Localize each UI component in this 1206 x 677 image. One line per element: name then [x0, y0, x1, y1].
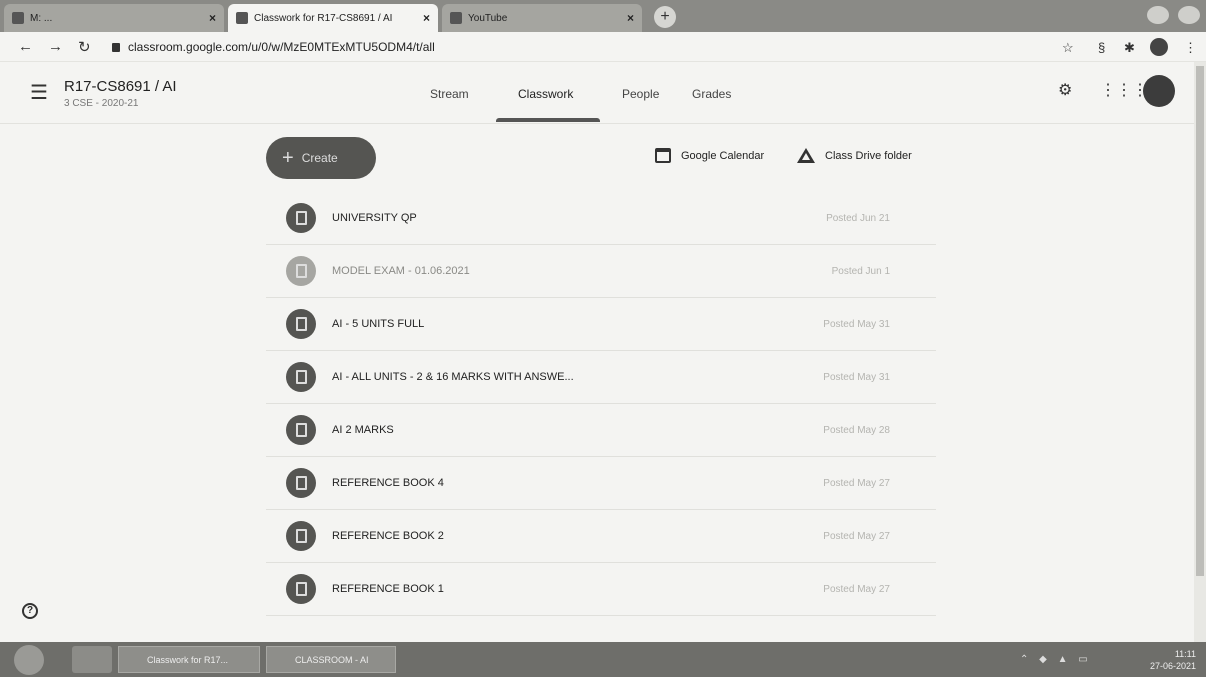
classwork-list: UNIVERSITY QP Posted Jun 21 MODEL EXAM -…	[266, 192, 936, 616]
browser-tab-label: M: ...	[30, 12, 53, 24]
plus-icon: +	[282, 146, 294, 169]
item-posted-date: Posted May 31	[823, 371, 890, 383]
hamburger-menu-icon[interactable]: ☰	[30, 80, 48, 105]
lock-icon	[112, 43, 120, 53]
material-icon	[286, 256, 316, 286]
list-item[interactable]: AI - ALL UNITS - 2 & 16 MARKS WITH ANSWE…	[266, 351, 936, 404]
material-icon	[286, 468, 316, 498]
extension-icon[interactable]: §	[1098, 40, 1105, 55]
create-button-label: Create	[301, 151, 338, 165]
tab-people[interactable]: People	[622, 87, 659, 101]
google-calendar-label: Google Calendar	[681, 149, 765, 162]
item-posted-date: Posted May 31	[823, 318, 890, 330]
item-title: REFERENCE BOOK 4	[332, 477, 444, 489]
list-item[interactable]: UNIVERSITY QP Posted Jun 21	[266, 192, 936, 245]
list-item[interactable]: REFERENCE BOOK 4 Posted May 27	[266, 457, 936, 510]
forward-arrow-icon[interactable]: →	[48, 38, 63, 55]
class-drive-folder-label: Class Drive folder	[825, 149, 912, 162]
apps-grid-icon[interactable]: ⋮⋮⋮	[1100, 80, 1148, 100]
puzzle-icon[interactable]: ✱	[1124, 40, 1135, 56]
star-icon[interactable]: ☆	[1062, 40, 1074, 56]
more-vert-icon[interactable]: ⋮	[1184, 40, 1197, 56]
list-item[interactable]: AI - 5 UNITS FULL Posted May 31	[266, 298, 936, 351]
os-taskbar: Classwork for R17... CLASSROOM - AI ⌃ ◆ …	[0, 642, 1206, 677]
address-bar: ← → ↻ classroom.google.com/u/0/w/MzE0MTE…	[0, 32, 1206, 62]
list-item[interactable]: MODEL EXAM - 01.06.2021 Posted Jun 1	[266, 245, 936, 298]
classroom-header: ☰ R17-CS8691 / AI 3 CSE - 2020-21 Stream…	[0, 62, 1206, 124]
browser-tab-label: YouTube	[468, 12, 508, 24]
material-icon	[286, 309, 316, 339]
gear-icon[interactable]: ⚙	[1058, 80, 1072, 100]
classroom-icon	[236, 12, 248, 24]
material-icon	[286, 415, 316, 445]
clock-date: 27-06-2021	[1149, 661, 1196, 671]
class-title[interactable]: R17-CS8691 / AI	[64, 78, 177, 95]
back-arrow-icon[interactable]: ←	[18, 38, 33, 55]
google-calendar-link[interactable]: Google Calendar	[655, 148, 764, 163]
item-posted-date: Posted May 27	[823, 477, 890, 489]
url-text: classroom.google.com/u/0/w/MzE0MTExMTU5O…	[128, 40, 435, 54]
browser-tab[interactable]: YouTube ×	[442, 4, 642, 32]
system-tray[interactable]: ⌃ ◆ ▲ ▭	[1020, 654, 1092, 665]
material-icon	[286, 203, 316, 233]
tab-classwork[interactable]: Classwork	[518, 87, 573, 101]
close-icon[interactable]: ×	[203, 11, 216, 25]
url-field[interactable]: classroom.google.com/u/0/w/MzE0MTExMTU5O…	[112, 40, 435, 54]
gmail-icon	[12, 12, 24, 24]
item-title: UNIVERSITY QP	[332, 212, 417, 224]
item-title: AI 2 MARKS	[332, 424, 394, 436]
create-button[interactable]: + Create	[266, 137, 376, 179]
material-icon	[286, 574, 316, 604]
close-icon[interactable]: ×	[621, 11, 634, 25]
taskbar-item[interactable]: Classwork for R17...	[118, 646, 260, 673]
item-posted-date: Posted May 27	[823, 530, 890, 542]
list-item[interactable]: REFERENCE BOOK 2 Posted May 27	[266, 510, 936, 563]
item-posted-date: Posted May 28	[823, 424, 890, 436]
item-title: AI - 5 UNITS FULL	[332, 318, 425, 330]
scrollbar-thumb[interactable]	[1196, 66, 1204, 576]
browser-tab[interactable]: M: ... ×	[4, 4, 224, 32]
list-item[interactable]: AI 2 MARKS Posted May 28	[266, 404, 936, 457]
minimize-icon[interactable]	[1178, 6, 1200, 24]
item-title: MODEL EXAM - 01.06.2021	[332, 265, 470, 277]
reload-icon[interactable]: ↻	[78, 38, 91, 56]
item-posted-date: Posted Jun 1	[831, 265, 890, 277]
file-explorer-icon[interactable]	[72, 646, 112, 673]
close-icon[interactable]: ×	[417, 11, 430, 25]
item-title: REFERENCE BOOK 1	[332, 583, 444, 595]
avatar[interactable]	[1143, 75, 1175, 107]
item-title: AI - ALL UNITS - 2 & 16 MARKS WITH ANSWE…	[332, 371, 574, 383]
browser-tab-strip: M: ... × Classwork for R17-CS8691 / AI ×…	[0, 0, 1206, 32]
drive-icon	[797, 148, 815, 163]
item-posted-date: Posted May 27	[823, 583, 890, 595]
clock-time: 11:11	[1174, 649, 1196, 659]
youtube-icon	[450, 12, 462, 24]
class-drive-folder-link[interactable]: Class Drive folder	[797, 148, 912, 163]
scrollbar[interactable]	[1194, 62, 1206, 642]
material-icon	[286, 362, 316, 392]
profile-avatar-icon[interactable]	[1150, 38, 1168, 56]
start-button[interactable]	[14, 645, 44, 675]
clock[interactable]: 11:11 27-06-2021	[1150, 648, 1196, 672]
class-subtitle: 3 CSE - 2020-21	[64, 98, 139, 109]
calendar-icon	[655, 148, 671, 163]
taskbar-item[interactable]: CLASSROOM - AI	[266, 646, 396, 673]
profile-icon[interactable]	[1146, 6, 1169, 24]
material-icon	[286, 521, 316, 551]
tab-stream[interactable]: Stream	[430, 87, 469, 101]
item-posted-date: Posted Jun 21	[826, 212, 890, 224]
window-controls	[1141, 6, 1200, 27]
tab-grades[interactable]: Grades	[692, 87, 731, 101]
browser-tab-active[interactable]: Classwork for R17-CS8691 / AI ×	[228, 4, 438, 32]
help-icon[interactable]: ?	[22, 603, 38, 619]
new-tab-button[interactable]: +	[654, 6, 676, 28]
browser-tab-label: Classwork for R17-CS8691 / AI	[254, 12, 393, 24]
list-item[interactable]: REFERENCE BOOK 1 Posted May 27	[266, 563, 936, 616]
active-tab-indicator	[496, 118, 600, 122]
item-title: REFERENCE BOOK 2	[332, 530, 444, 542]
